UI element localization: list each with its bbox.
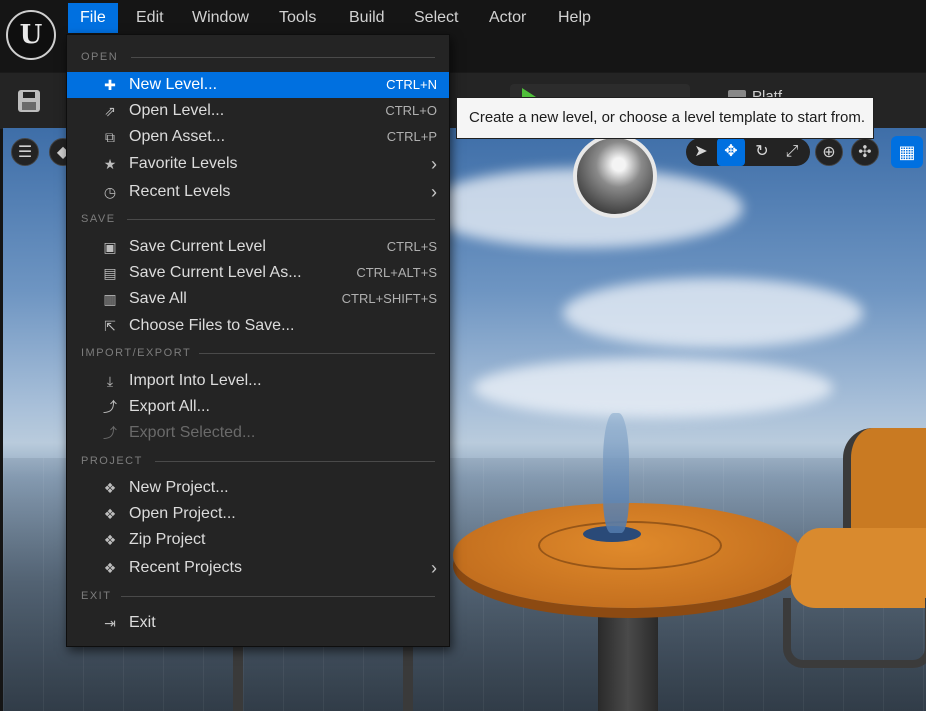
section-open: OPEN	[81, 51, 119, 63]
save-current-level-shortcut: CTRL+S	[386, 239, 437, 254]
open-project-icon: ❖	[103, 506, 117, 522]
recent-levels-label: Recent Levels	[129, 183, 231, 200]
open-level-label: Open Level...	[129, 102, 225, 119]
chair-right-frame	[783, 598, 926, 668]
new-level-shortcut: CTRL+N	[386, 77, 437, 92]
recent-levels-icon: ◷	[103, 184, 117, 200]
divider	[199, 353, 435, 354]
menu-save-current-level[interactable]: ▣ Save Current Level CTRL+S	[67, 234, 449, 260]
menu-export-selected: ⤴ Export Selected...	[67, 420, 449, 446]
menu-bar: File Edit Window Tools Build Select Acto…	[0, 0, 926, 36]
zip-project-label: Zip Project	[129, 531, 206, 548]
cloud	[563, 278, 863, 348]
open-asset-label: Open Asset...	[129, 128, 226, 145]
menu-open-project[interactable]: ❖ Open Project...	[67, 501, 449, 527]
chair-right-seat	[785, 528, 926, 608]
recent-projects-label: Recent Projects	[129, 559, 242, 576]
open-asset-shortcut: CTRL+P	[386, 129, 437, 144]
menu-zip-project[interactable]: ❖ Zip Project	[67, 527, 449, 553]
menu-open-level[interactable]: ⇗ Open Level... CTRL+O	[67, 98, 449, 124]
menu-select[interactable]: Select	[402, 3, 470, 33]
menu-save-all[interactable]: ▥ Save All CTRL+SHIFT+S	[67, 286, 449, 312]
save-all-shortcut: CTRL+SHIFT+S	[341, 291, 437, 306]
favorite-levels-label: Favorite Levels	[129, 155, 238, 172]
rotate-tool-icon[interactable]: ↻	[748, 138, 776, 166]
divider	[155, 461, 435, 462]
scale-tool-icon[interactable]: ⤢	[778, 138, 806, 166]
menu-export-all[interactable]: ⤴ Export All...	[67, 394, 449, 420]
menu-window[interactable]: Window	[180, 3, 261, 33]
menu-tools[interactable]: Tools	[267, 3, 328, 33]
open-level-icon: ⇗	[104, 103, 116, 119]
export-selected-label: Export Selected...	[129, 424, 256, 441]
save-all-label: Save All	[129, 290, 187, 307]
glass-statue	[603, 413, 629, 533]
save-current-level-as-label: Save Current Level As...	[129, 264, 302, 281]
import-into-level-label: Import Into Level...	[129, 372, 262, 389]
sky-sphere-gizmo[interactable]	[573, 134, 657, 218]
save-icon[interactable]	[18, 90, 40, 112]
table-base	[598, 608, 658, 711]
save-icon: ▣	[103, 239, 117, 255]
save-as-icon: ▤	[103, 265, 117, 281]
menu-build[interactable]: Build	[337, 3, 397, 33]
chevron-right-icon: ›	[431, 182, 437, 202]
viewport-menu-icon[interactable]: ☰	[11, 138, 39, 166]
menu-new-project[interactable]: ❖ New Project...	[67, 475, 449, 501]
menu-exit[interactable]: ⇥ Exit	[67, 610, 449, 636]
open-level-shortcut: CTRL+O	[385, 103, 437, 118]
world-local-icon[interactable]: ⊕	[815, 138, 843, 166]
section-project: PROJECT	[81, 455, 143, 467]
new-project-label: New Project...	[129, 479, 229, 496]
divider	[121, 596, 435, 597]
menu-import-into-level[interactable]: ⤓ Import Into Level...	[67, 368, 449, 394]
exit-icon: ⇥	[104, 615, 116, 631]
import-icon: ⤓	[106, 373, 114, 389]
divider	[131, 57, 435, 58]
menu-save-current-level-as[interactable]: ▤ Save Current Level As... CTRL+ALT+S	[67, 260, 449, 286]
new-level-icon: ✚	[104, 77, 116, 93]
unreal-logo-icon[interactable]: U	[6, 10, 56, 60]
select-tool-icon[interactable]: ➤	[687, 138, 715, 166]
menu-edit[interactable]: Edit	[124, 3, 176, 33]
favorite-levels-icon: ★	[103, 156, 117, 172]
export-icon: ⤴	[103, 399, 117, 415]
new-level-tooltip: Create a new level, or choose a level te…	[456, 97, 874, 139]
menu-help[interactable]: Help	[546, 3, 603, 33]
section-exit: EXIT	[81, 590, 112, 602]
cloud	[473, 358, 833, 418]
section-import-export: IMPORT/EXPORT	[81, 347, 192, 359]
save-current-level-as-shortcut: CTRL+ALT+S	[356, 265, 437, 280]
recent-projects-icon: ❖	[103, 560, 117, 576]
new-project-icon: ❖	[103, 480, 117, 496]
chevron-right-icon: ›	[431, 154, 437, 174]
chevron-right-icon: ›	[431, 558, 437, 578]
grid-snap-icon[interactable]: ▦	[891, 136, 923, 168]
choose-files-icon: ⇱	[104, 318, 116, 334]
zip-project-icon: ❖	[103, 532, 117, 548]
new-level-label: New Level...	[129, 76, 218, 93]
menu-new-level[interactable]: ✚ New Level... CTRL+N	[67, 72, 449, 98]
save-current-level-label: Save Current Level	[129, 238, 266, 255]
open-project-label: Open Project...	[129, 505, 236, 522]
open-asset-icon: ⧉	[105, 129, 115, 145]
export-selected-icon: ⤴	[103, 425, 117, 441]
menu-open-asset[interactable]: ⧉ Open Asset... CTRL+P	[67, 124, 449, 150]
menu-file[interactable]: File	[68, 3, 118, 33]
divider	[127, 219, 435, 220]
menu-favorite-levels[interactable]: ★ Favorite Levels ›	[67, 151, 449, 177]
surface-snap-icon[interactable]: ✣	[851, 138, 879, 166]
menu-recent-projects[interactable]: ❖ Recent Projects ›	[67, 555, 449, 581]
translate-tool-icon[interactable]: ✥	[717, 138, 745, 166]
section-save: SAVE	[81, 213, 116, 225]
exit-label: Exit	[129, 614, 156, 631]
save-all-icon: ▥	[103, 291, 117, 307]
file-menu-dropdown: OPEN ✚ New Level... CTRL+N ⇗ Open Level.…	[66, 34, 450, 647]
choose-files-label: Choose Files to Save...	[129, 317, 295, 334]
menu-recent-levels[interactable]: ◷ Recent Levels ›	[67, 179, 449, 205]
menu-choose-files-to-save[interactable]: ⇱ Choose Files to Save...	[67, 313, 449, 339]
menu-actor[interactable]: Actor	[477, 3, 538, 33]
export-all-label: Export All...	[129, 398, 210, 415]
